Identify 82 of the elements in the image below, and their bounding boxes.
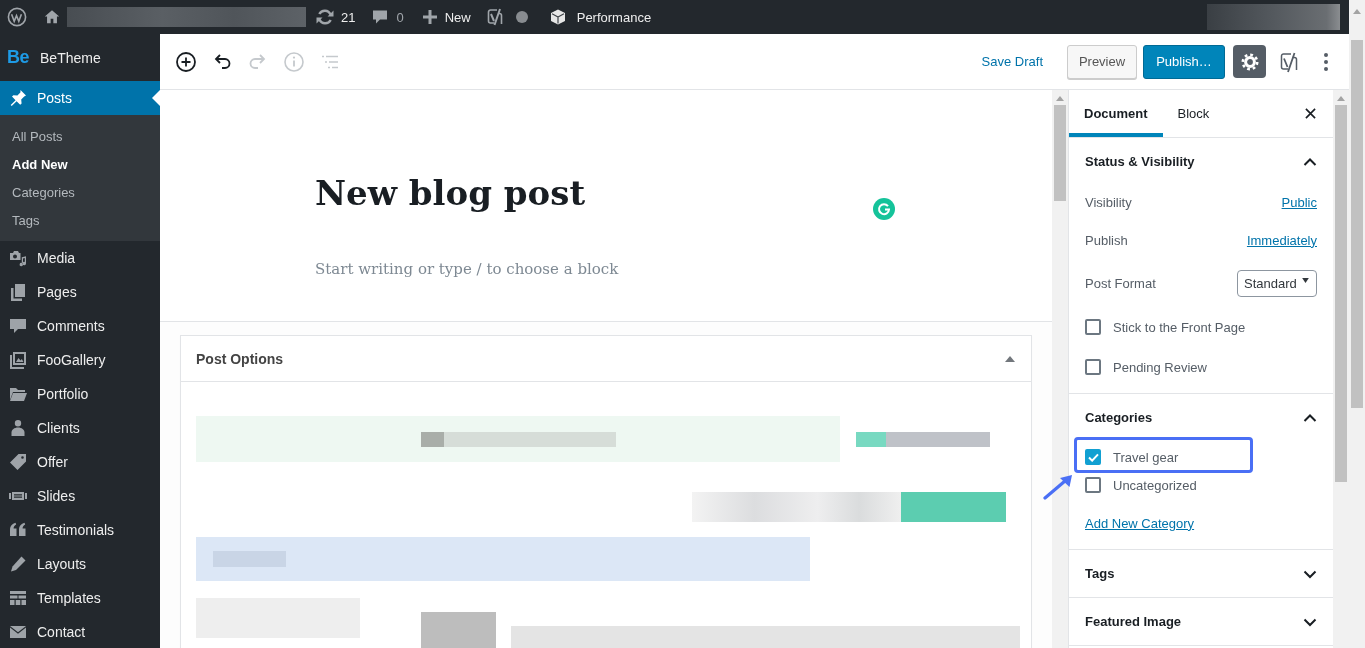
check-icon bbox=[1087, 452, 1099, 462]
brand-name[interactable]: BeTheme bbox=[40, 49, 101, 66]
new-content-link[interactable]: New bbox=[421, 9, 471, 25]
menu-item[interactable]: FooGallery bbox=[0, 343, 160, 377]
bracket-logo-icon[interactable] bbox=[486, 8, 503, 26]
annotation-arrow bbox=[1043, 474, 1073, 500]
speech-bubble-icon bbox=[8, 316, 28, 336]
grid-icon bbox=[8, 588, 28, 608]
person-icon bbox=[8, 418, 28, 438]
menu-item[interactable]: Comments bbox=[0, 309, 160, 343]
submenu-item[interactable]: All Posts bbox=[0, 122, 160, 150]
panel-toggle[interactable]: Tags bbox=[1069, 550, 1333, 597]
gear-icon bbox=[1239, 51, 1260, 72]
menu-item[interactable]: Testimonials bbox=[0, 513, 160, 547]
submenu-item[interactable]: Tags bbox=[0, 206, 160, 234]
refresh-icon bbox=[315, 7, 335, 27]
menu-item[interactable]: Templates bbox=[0, 581, 160, 615]
checkbox-label[interactable]: Pending Review bbox=[1113, 359, 1207, 375]
current-pointer-icon bbox=[152, 90, 160, 106]
setting-link[interactable]: Public bbox=[1281, 194, 1317, 210]
updates-link[interactable]: 21 bbox=[315, 7, 356, 27]
checkbox[interactable] bbox=[1085, 477, 1101, 493]
pushpin-icon bbox=[8, 88, 28, 108]
brand-logo[interactable]: Be bbox=[7, 47, 29, 68]
menu-item[interactable]: Media bbox=[0, 241, 160, 275]
menu-item[interactable]: Layouts bbox=[0, 547, 160, 581]
setting-label: Post Format bbox=[1085, 275, 1156, 291]
comments-link[interactable]: 0 bbox=[372, 9, 404, 25]
save-draft-button[interactable]: Save Draft bbox=[976, 44, 1048, 79]
triangle-up-icon[interactable] bbox=[1005, 355, 1015, 362]
title-field[interactable]: New blog post bbox=[315, 170, 897, 216]
setting-label: Visibility bbox=[1085, 194, 1132, 210]
menu-item[interactable]: Contact bbox=[0, 615, 160, 648]
metabox-title: Post Options bbox=[196, 350, 284, 367]
home-icon[interactable] bbox=[43, 8, 61, 26]
sidebar-tab[interactable]: Block bbox=[1162, 90, 1225, 137]
info-icon bbox=[282, 49, 306, 74]
checkbox-label[interactable]: Travel gear bbox=[1113, 449, 1179, 465]
setting-label: Publish bbox=[1085, 232, 1128, 248]
plus-icon bbox=[421, 9, 438, 25]
pages-icon bbox=[8, 282, 28, 302]
menu-item[interactable]: Portfolio bbox=[0, 377, 160, 411]
add-category-link[interactable]: Add New Category bbox=[1085, 515, 1195, 531]
settings-button[interactable] bbox=[1233, 45, 1266, 78]
checkbox-label[interactable]: Stick to the Front Page bbox=[1113, 319, 1246, 335]
publish-button[interactable]: Publish… bbox=[1143, 44, 1225, 79]
menu-item[interactable]: Slides bbox=[0, 479, 160, 513]
submenu-item[interactable]: Add New bbox=[0, 150, 160, 178]
scrollbar-thumb[interactable] bbox=[1335, 105, 1347, 482]
close-icon bbox=[1304, 108, 1316, 119]
dropdown-arrow-icon bbox=[1302, 277, 1309, 283]
gallery-icon bbox=[8, 350, 28, 370]
panel-toggle[interactable]: Status & Visibility bbox=[1069, 138, 1333, 185]
logo-icon[interactable] bbox=[7, 7, 27, 27]
menu-item[interactable]: Posts bbox=[0, 81, 160, 115]
setting-link[interactable]: Immediately bbox=[1246, 232, 1317, 248]
panel-toggle[interactable]: Featured Image bbox=[1069, 598, 1333, 645]
tag-icon bbox=[8, 452, 28, 472]
paragraph-field[interactable]: Start writing or type / to choose a block bbox=[315, 256, 897, 283]
more-icon bbox=[1324, 52, 1328, 71]
menu-item[interactable]: Offer bbox=[0, 445, 160, 479]
format-select[interactable]: Standard bbox=[1237, 269, 1317, 297]
scrollbar-thumb[interactable] bbox=[1054, 105, 1066, 201]
bracket-logo-icon bbox=[1279, 50, 1299, 73]
checkbox[interactable] bbox=[1085, 319, 1101, 335]
speech-bubble-icon bbox=[372, 9, 389, 25]
scrollbar-thumb[interactable] bbox=[1351, 40, 1363, 408]
panel-toggle[interactable]: Categories bbox=[1069, 394, 1333, 441]
status-dot-icon bbox=[515, 11, 528, 23]
camera-note-icon bbox=[8, 248, 28, 268]
cube-icon bbox=[549, 9, 566, 25]
sidebar-tab[interactable]: Document bbox=[1069, 90, 1163, 137]
checkbox[interactable] bbox=[1085, 449, 1101, 465]
pencil-icon bbox=[8, 554, 28, 574]
checkbox[interactable] bbox=[1085, 359, 1101, 375]
plus-circle-icon bbox=[174, 49, 198, 74]
preview-button[interactable]: Preview bbox=[1067, 44, 1137, 79]
menu-item[interactable]: Clients bbox=[0, 411, 160, 445]
submenu-item[interactable]: Categories bbox=[0, 178, 160, 206]
menu-item[interactable]: Pages bbox=[0, 275, 160, 309]
checkbox-label[interactable]: Uncategorized bbox=[1113, 477, 1197, 493]
performance-link[interactable]: Performance bbox=[549, 9, 652, 25]
